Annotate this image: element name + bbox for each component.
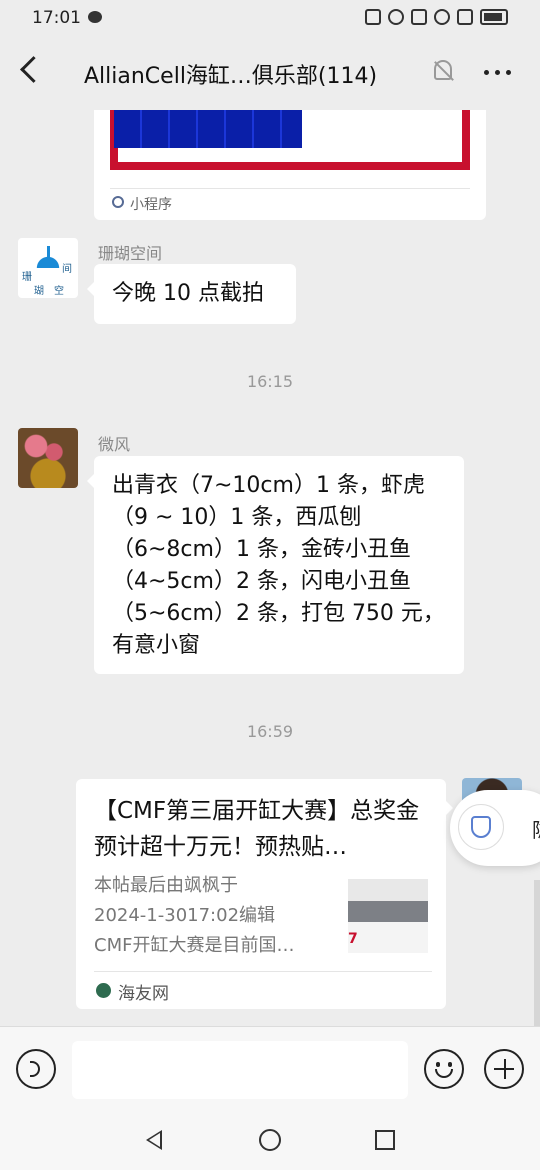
input-bar (0, 1026, 540, 1111)
link-title: 【CMF第三届开缸大赛】总奖金预计超十万元！预热贴… (94, 798, 420, 860)
time-separator: 16:59 (246, 722, 294, 741)
status-icons (365, 9, 508, 25)
nav-back-icon[interactable] (146, 1130, 162, 1150)
link-source: 海友网 (118, 984, 169, 1004)
thumbnail-text: 7 (348, 931, 358, 947)
float-button-label: 隐 (532, 814, 540, 843)
bluetooth-icon (411, 9, 427, 25)
wifi-icon (434, 9, 450, 25)
nav-recent-apps-icon[interactable] (375, 1130, 395, 1150)
avatar-text: 间 (62, 264, 72, 275)
avatar[interactable] (18, 428, 78, 488)
link-description-line: 2024-1-3017:02编辑 (94, 905, 276, 926)
mini-program-label: 小程序 (130, 197, 172, 213)
message-text: 今晚 10 点截拍 (112, 281, 264, 306)
message-line: 出青衣（7~10cm）1 条，虾虎 (112, 473, 425, 498)
chat-header: AllianCell海缸…俱乐部(114) (0, 38, 540, 110)
sender-name: 珊瑚空间 (98, 244, 163, 263)
avatar[interactable]: 珊 间 瑚 空 (18, 238, 78, 298)
link-card[interactable]: 【CMF第三届开缸大赛】总奖金预计超十万元！预热贴… 本帖最后由飒枫于 2024… (76, 779, 453, 1009)
mute-bell-icon (434, 60, 452, 80)
nav-home-icon[interactable] (259, 1129, 281, 1151)
back-arrow-icon[interactable] (20, 56, 47, 83)
chat-title: AllianCell海缸…俱乐部(114) (84, 64, 378, 89)
signal-icon (457, 9, 473, 25)
card-divider (110, 188, 470, 189)
plus-icon[interactable] (484, 1049, 524, 1089)
message-bubble[interactable]: 今晚 10 点截拍 (87, 264, 296, 324)
source-logo-icon (96, 983, 111, 998)
shield-user-icon (471, 816, 491, 838)
message-line: （4~5cm）2 条，闪电小丑鱼 (112, 569, 411, 594)
avatar-text: 空 (54, 286, 64, 297)
message-input[interactable] (72, 1041, 408, 1099)
privacy-float-button[interactable]: 隐 (450, 790, 540, 866)
message-line: （9 ~ 10）1 条，西瓜刨 (112, 505, 362, 530)
message-line: （6~8cm）1 条，金砖小丑鱼 (112, 537, 411, 562)
avatar-text: 珊 (22, 272, 32, 283)
alarm-icon (388, 9, 404, 25)
status-time: 17:01 (32, 8, 81, 28)
link-description-line: 本帖最后由飒枫于 (94, 875, 238, 896)
avatar-text: 瑚 (34, 286, 44, 297)
sender-name: 微风 (98, 435, 131, 454)
battery-icon (480, 9, 508, 25)
link-thumbnail: 7 (348, 879, 428, 953)
link-description-line: CMF开缸大赛是目前国… (94, 935, 295, 956)
mini-program-card[interactable]: 小程序 (94, 110, 486, 220)
chat-messages[interactable]: 小程序 珊 间 瑚 空 珊瑚空间 今晚 10 点截拍 16:15 微风 出青衣（… (0, 110, 540, 1026)
time-separator: 16:15 (246, 372, 294, 391)
status-bar: 17:01 (0, 0, 540, 38)
link-divider (94, 971, 432, 972)
link-description: 本帖最后由飒枫于 2024-1-3017:02编辑 CMF开缸大赛是目前国… (94, 871, 334, 961)
scrollbar[interactable] (534, 880, 540, 1026)
system-navigation-bar (0, 1110, 540, 1170)
message-line: （5~6cm）2 条，打包 750 元， (112, 601, 445, 626)
emoji-icon[interactable] (424, 1049, 464, 1089)
more-options-icon[interactable] (484, 70, 511, 75)
voice-input-icon[interactable] (16, 1049, 56, 1089)
wechat-notification-icon (88, 11, 102, 23)
coral-tree-icon (32, 246, 64, 268)
nfc-icon (365, 9, 381, 25)
mini-program-icon (112, 196, 124, 208)
card-image-tiles (114, 110, 302, 148)
message-bubble[interactable]: 出青衣（7~10cm）1 条，虾虎 （9 ~ 10）1 条，西瓜刨 （6~8cm… (87, 456, 464, 674)
message-line: 有意小窗 (112, 633, 201, 658)
